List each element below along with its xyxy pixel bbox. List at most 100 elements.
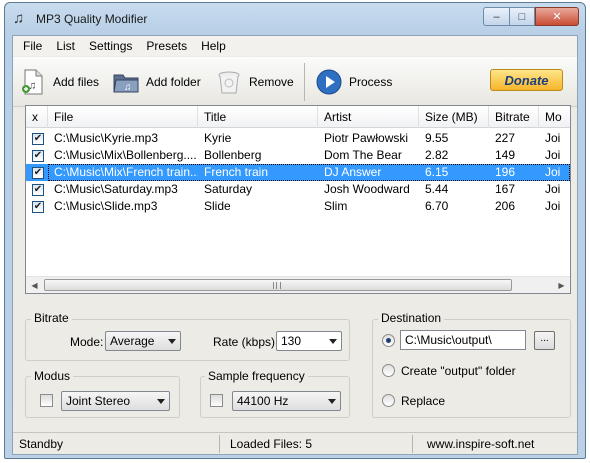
menu-file[interactable]: File [16, 36, 49, 56]
cell-artist: Josh Woodward [324, 182, 410, 196]
chevron-down-icon [328, 399, 336, 404]
create-output-folder-label: Create "output" folder [401, 364, 516, 378]
menu-settings[interactable]: Settings [82, 36, 139, 56]
menu-help[interactable]: Help [194, 36, 233, 56]
cell-file: C:\Music\Saturday.mp3 [54, 182, 178, 196]
cell-size: 6.15 [425, 165, 449, 179]
cell-size: 9.55 [425, 131, 449, 145]
replace-label: Replace [401, 394, 446, 408]
bitrate-group-label: Bitrate [31, 311, 72, 325]
cell-mode: Joi [545, 131, 561, 145]
cell-title: Saturday [204, 182, 253, 196]
play-icon [315, 68, 343, 96]
add-file-icon: ♫ [19, 68, 47, 96]
cell-mode: Joi [545, 148, 561, 162]
column-header-size[interactable]: Size (MB) [419, 106, 489, 128]
list-header: x File Title Artist Size (MB) Bitrate Mo [26, 106, 570, 128]
cell-title: Kyrie [204, 131, 232, 145]
column-header-x[interactable]: x [26, 106, 48, 128]
browse-button[interactable]: ... [534, 331, 555, 350]
column-header-mode[interactable]: Mo [539, 106, 570, 128]
cell-mode: Joi [545, 165, 561, 179]
add-folder-label: Add folder [146, 75, 201, 89]
create-output-folder-radio[interactable] [382, 364, 395, 377]
process-label: Process [349, 75, 393, 89]
toolbar-separator [304, 63, 305, 101]
row-checkbox[interactable]: ✔ [32, 201, 44, 213]
cell-file: C:\Music\Mix\French train.... [54, 165, 198, 179]
table-row-selected[interactable]: ✔ C:\Music\Mix\French train.... French t… [26, 164, 570, 181]
svg-text:♫: ♫ [124, 82, 132, 93]
modus-select[interactable]: Joint Stereo [61, 391, 170, 411]
title-bar[interactable]: ♫ MP3 Quality Modifier – □ ✕ [5, 3, 585, 35]
file-list[interactable]: x File Title Artist Size (MB) Bitrate Mo… [25, 105, 571, 294]
cell-bitrate: 206 [495, 199, 516, 213]
close-button[interactable]: ✕ [535, 7, 579, 26]
status-bar: Standby Loaded Files: 5 www.inspire-soft… [13, 432, 577, 454]
table-row[interactable]: ✔ C:\Music\Slide.mp3 Slide Slim 6.70 206… [26, 198, 570, 215]
column-header-artist[interactable]: Artist [318, 106, 419, 128]
cell-file: C:\Music\Slide.mp3 [54, 199, 158, 213]
menu-bar: File List Settings Presets Help [13, 36, 577, 56]
add-folder-icon: ♫ [112, 68, 140, 96]
cell-title: Slide [204, 199, 231, 213]
table-row[interactable]: ✔ C:\Music\Mix\Bollenberg.... Bollenberg… [26, 147, 570, 164]
sample-frequency-value: 44100 Hz [237, 394, 289, 408]
donate-button[interactable]: Donate [490, 69, 563, 91]
sample-frequency-group-label: Sample frequency [205, 369, 308, 383]
mode-value: Average [110, 334, 155, 348]
scroll-left-icon[interactable]: ◀ [26, 277, 43, 293]
chevron-down-icon [168, 339, 176, 344]
column-header-bitrate[interactable]: Bitrate [489, 106, 539, 128]
mode-label: Mode: [70, 335, 104, 349]
trash-icon [215, 68, 243, 96]
remove-button[interactable]: Remove [215, 65, 294, 99]
toolbar: ♫ Add files ♫ Add folder Remove Process … [13, 57, 577, 107]
cell-artist: DJ Answer [324, 165, 382, 179]
output-path-radio[interactable] [382, 334, 395, 347]
column-header-title[interactable]: Title [198, 106, 318, 128]
rate-label: Rate (kbps): [213, 335, 279, 349]
row-checkbox[interactable]: ✔ [32, 184, 44, 196]
menu-list[interactable]: List [49, 36, 82, 56]
cell-title: Bollenberg [204, 148, 262, 162]
table-row[interactable]: ✔ C:\Music\Saturday.mp3 Saturday Josh Wo… [26, 181, 570, 198]
maximize-button[interactable]: □ [509, 7, 535, 26]
cell-bitrate: 167 [495, 182, 516, 196]
caption-buttons: – □ ✕ [483, 7, 579, 27]
add-files-label: Add files [53, 75, 100, 89]
scroll-right-icon[interactable]: ▶ [553, 277, 570, 293]
row-checkbox[interactable]: ✔ [32, 133, 44, 145]
client-area: File List Settings Presets Help ♫ Add fi… [12, 35, 578, 455]
modus-checkbox[interactable] [40, 394, 53, 407]
output-path-field[interactable]: C:\Music\output\ [400, 330, 526, 350]
minimize-button[interactable]: – [483, 7, 509, 26]
destination-group-label: Destination [378, 311, 445, 325]
cell-title: French train [204, 165, 269, 179]
sample-frequency-checkbox[interactable] [210, 394, 223, 407]
app-window: ♫ MP3 Quality Modifier – □ ✕ File List S… [4, 2, 586, 459]
row-checkbox[interactable]: ✔ [32, 167, 44, 179]
mode-select[interactable]: Average [105, 331, 181, 351]
process-button[interactable]: Process [315, 65, 392, 99]
website-link[interactable]: www.inspire-soft.net [427, 436, 534, 452]
chevron-down-icon [157, 399, 165, 404]
replace-radio[interactable] [382, 394, 395, 407]
menu-presets[interactable]: Presets [139, 36, 194, 56]
row-checkbox[interactable]: ✔ [32, 150, 44, 162]
scrollbar-thumb[interactable] [44, 279, 512, 291]
cell-artist: Piotr Pawłowski [324, 131, 409, 145]
add-files-button[interactable]: ♫ Add files [19, 65, 99, 99]
add-folder-button[interactable]: ♫ Add folder [112, 65, 201, 99]
cell-file: C:\Music\Mix\Bollenberg.... [54, 148, 197, 162]
status-text: Standby [19, 437, 64, 451]
rate-select[interactable]: 130 [276, 331, 342, 351]
table-row[interactable]: ✔ C:\Music\Kyrie.mp3 Kyrie Piotr Pawłows… [26, 130, 570, 147]
sample-frequency-select[interactable]: 44100 Hz [232, 391, 341, 411]
chevron-down-icon [329, 339, 337, 344]
modus-group-label: Modus [31, 369, 74, 383]
status-separator [412, 435, 413, 453]
column-header-file[interactable]: File [48, 106, 198, 128]
remove-label: Remove [249, 75, 294, 89]
horizontal-scrollbar[interactable]: ◀ ▶ [26, 276, 570, 293]
